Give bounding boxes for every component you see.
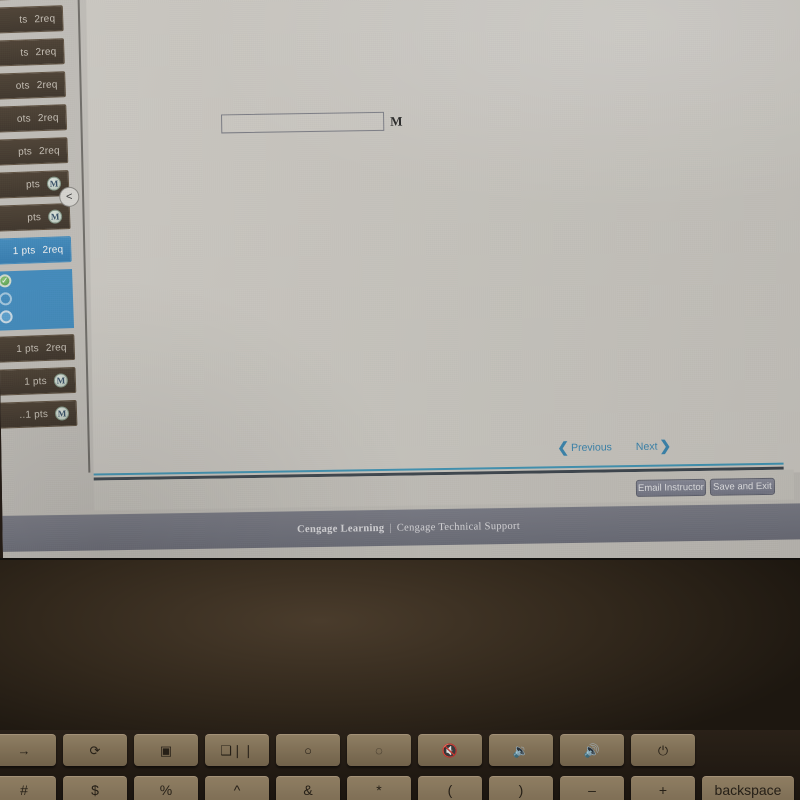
- keyboard-key[interactable]: ): [489, 776, 553, 800]
- volume-down-icon[interactable]: 🔉: [489, 734, 553, 766]
- tab-arrow-icon[interactable]: →: [0, 734, 56, 766]
- sidebar-item-points: ..1 pts: [19, 408, 49, 421]
- next-label: Next: [635, 440, 658, 453]
- keyboard-key[interactable]: *: [347, 776, 411, 800]
- cengage-footer-text: Cengage Learning | Cengage Technical Suppo…: [297, 520, 520, 535]
- next-link[interactable]: Next ❯: [636, 437, 672, 455]
- function-key-row: → ⟳ ▣ ❑❘❘ ○ ◌ 🔇 🔉 🔊 ⏻: [0, 734, 695, 766]
- mastery-badge-icon: M: [46, 176, 62, 191]
- sidebar-subitem-group: ✓: [0, 269, 75, 331]
- sidebar-subitem[interactable]: [0, 309, 22, 325]
- answer-row: M: [221, 111, 403, 134]
- pager: ❮ Previous Next ❯: [557, 437, 671, 456]
- answer-input[interactable]: [221, 111, 385, 134]
- sidebar-item-required: 2req: [45, 341, 67, 354]
- answer-unit-label: M: [390, 113, 403, 129]
- sidebar-item-points: pts: [27, 211, 42, 224]
- sidebar-item-points: ots: [16, 112, 32, 125]
- mastery-badge-icon: M: [47, 209, 63, 224]
- sidebar-item-points: 1 pts: [16, 342, 40, 355]
- mastery-badge-icon: M: [54, 406, 70, 421]
- laptop-deck: hp: [0, 560, 800, 735]
- brightness-down-icon[interactable]: ○: [276, 734, 340, 766]
- power-icon[interactable]: ⏻: [631, 734, 695, 766]
- chevron-right-icon: ❯: [659, 437, 672, 454]
- cengage-brand-link[interactable]: Cengage Learning: [297, 522, 385, 534]
- volume-up-icon[interactable]: 🔊: [560, 734, 624, 766]
- laptop-screen-photo: this question. The equilibrium constant …: [0, 0, 800, 800]
- laptop-display: this question. The equilibrium constant …: [0, 0, 800, 580]
- sidebar-item-points: 1 pts: [12, 244, 36, 257]
- previous-label: Previous: [570, 440, 612, 454]
- check-circle-icon: ✓: [0, 274, 12, 288]
- sidebar-question-item[interactable]: s2req: [0, 0, 63, 1]
- fullscreen-icon[interactable]: ▣: [134, 734, 198, 766]
- circle-filled-icon: [0, 310, 13, 324]
- previous-link[interactable]: ❮ Previous: [557, 438, 612, 456]
- sidebar-question-item[interactable]: pts M: [0, 203, 71, 232]
- sidebar-item-points: 1 pts: [24, 375, 48, 388]
- browser-viewport: this question. The equilibrium constant …: [0, 0, 800, 580]
- circle-outline-icon: [0, 292, 13, 306]
- cengage-support-link[interactable]: Cengage Technical Support: [397, 520, 520, 533]
- keyboard-key[interactable]: &: [276, 776, 340, 800]
- sidebar-item-required: 2req: [37, 111, 59, 124]
- question-content-pane: this question.: [85, 0, 800, 484]
- sidebar-item-required: 2req: [42, 243, 64, 256]
- sidebar-question-item[interactable]: 1 pts 2req: [0, 236, 72, 265]
- sidebar-item-points: pts: [25, 178, 41, 191]
- sidebar-subitem[interactable]: ✓: [0, 273, 21, 289]
- footer-separator: |: [389, 522, 392, 534]
- window-overview-icon[interactable]: ❑❘❘: [205, 734, 269, 766]
- keyboard-key[interactable]: –: [560, 776, 624, 800]
- brightness-up-icon[interactable]: ◌: [347, 734, 411, 766]
- sidebar-question-item[interactable]: pts 2req: [0, 137, 69, 166]
- keyboard-key[interactable]: +: [631, 776, 695, 800]
- sidebar-question-item[interactable]: ts 2req: [0, 38, 65, 67]
- sidebar-item-points: ots: [15, 79, 30, 92]
- number-symbol-key-row: # $% ^ & * () – + backspace: [0, 776, 794, 800]
- sidebar-item-points: ts: [20, 46, 29, 59]
- keyboard-key[interactable]: (: [418, 776, 482, 800]
- mastery-badge-icon: M: [53, 373, 69, 388]
- keyboard-key[interactable]: ^: [205, 776, 269, 800]
- mute-icon[interactable]: 🔇: [418, 734, 482, 766]
- sidebar-question-item[interactable]: ..1 pts M: [0, 399, 78, 429]
- email-instructor-button[interactable]: Email Instructor: [635, 478, 707, 497]
- refresh-icon[interactable]: ⟳: [63, 734, 127, 766]
- save-and-exit-button[interactable]: Save and Exit: [709, 477, 776, 496]
- keyboard-key[interactable]: #: [0, 776, 56, 800]
- sidebar-item-points: pts: [17, 145, 33, 158]
- keyboard-key[interactable]: $: [63, 776, 127, 800]
- chevron-left-icon: ❮: [557, 439, 570, 456]
- sidebar-collapse-handle[interactable]: <: [58, 186, 80, 208]
- backspace-key[interactable]: backspace: [702, 776, 794, 800]
- keyboard-key[interactable]: %: [134, 776, 198, 800]
- sidebar-question-item[interactable]: 1 pts 2req: [0, 334, 76, 363]
- sidebar-question-item[interactable]: ts 2req: [0, 5, 64, 34]
- sidebar-subitem[interactable]: [0, 291, 21, 307]
- sidebar-question-item[interactable]: 1 pts M: [0, 366, 77, 396]
- laptop-keyboard: → ⟳ ▣ ❑❘❘ ○ ◌ 🔇 🔉 🔊 ⏻ # $% ^ & * () – + backspace: [0, 730, 800, 800]
- sidebar-item-required: 2req: [34, 12, 56, 25]
- sidebar-item-points: ts: [19, 13, 28, 26]
- sidebar-item-required: 2req: [35, 45, 57, 58]
- sidebar-item-required: 2req: [36, 78, 58, 91]
- sidebar-item-required: 2req: [38, 144, 61, 157]
- cengage-footer-bar: Cengage Learning | Cengage Technical Suppo…: [2, 503, 800, 552]
- sidebar-question-item[interactable]: ots 2req: [0, 71, 66, 100]
- sidebar-question-item[interactable]: ots 2req: [0, 104, 68, 133]
